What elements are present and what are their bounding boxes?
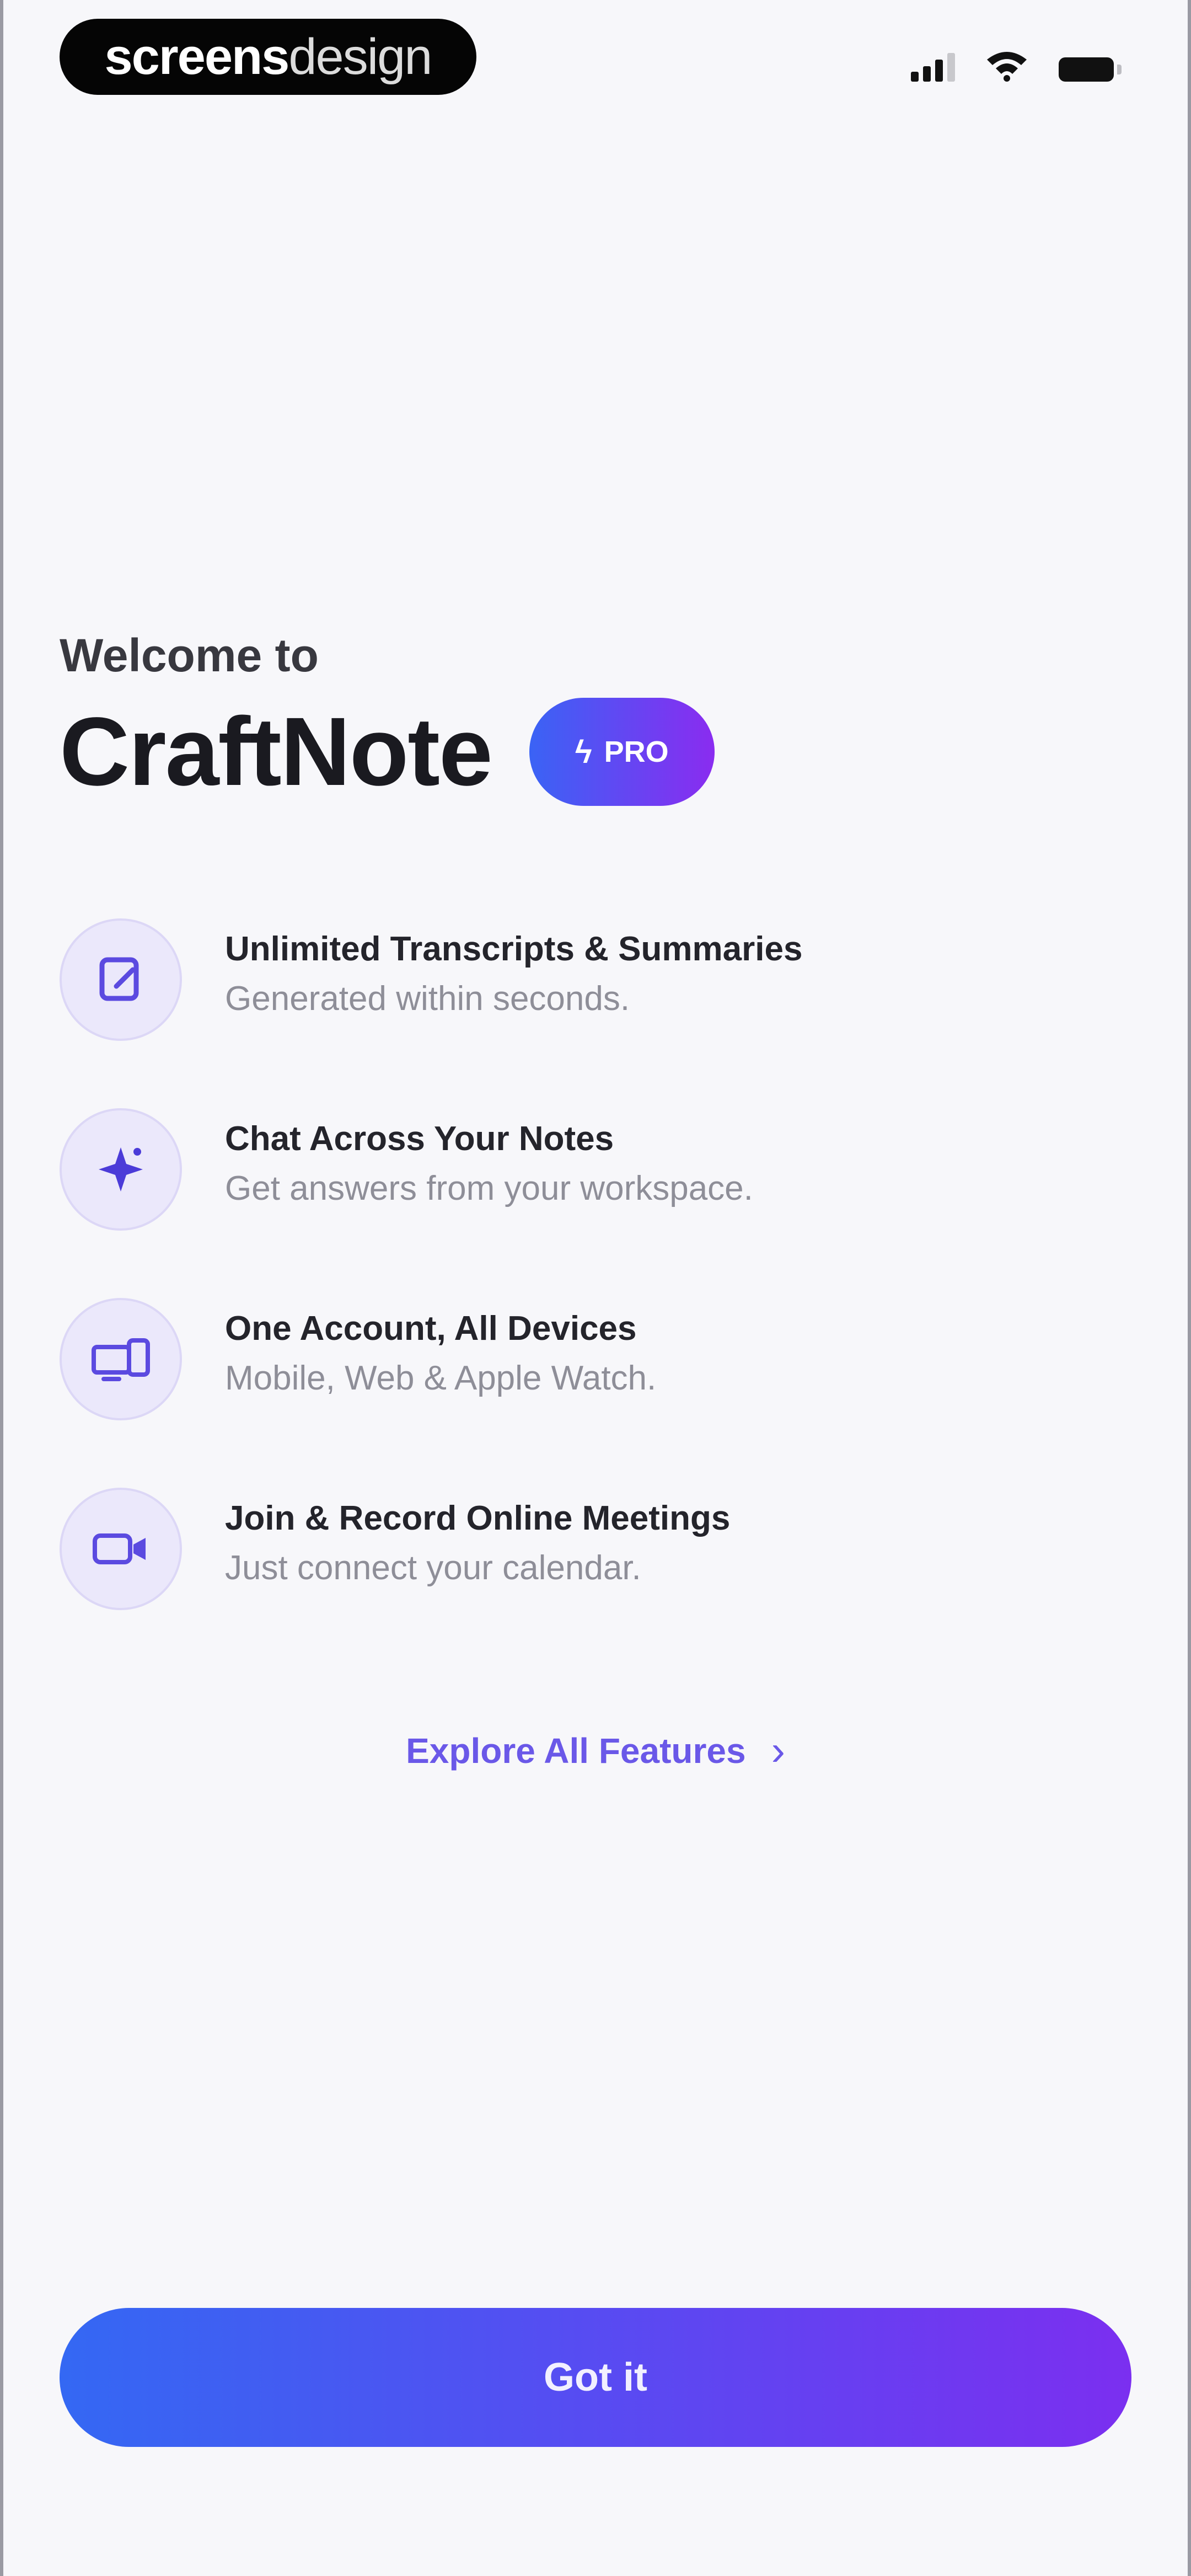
explore-features-label: Explore All Features	[406, 1730, 746, 1771]
explore-features-link[interactable]: Explore All Features ›	[0, 1727, 1191, 1775]
feature-title: Unlimited Transcripts & Summaries	[225, 930, 803, 968]
feature-item: One Account, All Devices Mobile, Web & A…	[60, 1298, 1129, 1488]
chevron-right-icon: ›	[771, 1727, 785, 1774]
battery-icon	[1059, 57, 1122, 82]
devices-icon	[60, 1298, 182, 1420]
watermark-light: design	[288, 28, 432, 85]
watermark-bold: screens	[104, 28, 290, 85]
frame-edge-left	[0, 0, 3, 2576]
pro-badge-label: PRO	[604, 735, 669, 768]
feature-subtitle: Mobile, Web & Apple Watch.	[225, 1359, 657, 1397]
status-bar: screens design	[0, 0, 1191, 110]
welcome-label: Welcome to	[60, 629, 319, 681]
cellular-signal-icon	[911, 49, 955, 82]
pro-badge: ϟ PRO	[529, 698, 715, 806]
frame-edge-right	[1188, 0, 1191, 2576]
got-it-button[interactable]: Got it	[60, 2308, 1131, 2447]
feature-title: One Account, All Devices	[225, 1310, 637, 1348]
got-it-label: Got it	[544, 2355, 647, 2399]
feature-item: Unlimited Transcripts & Summaries Genera…	[60, 918, 1129, 1108]
title-row: CraftNote ϟ PRO	[60, 698, 715, 806]
note-edit-icon	[60, 918, 182, 1041]
feature-title: Join & Record Online Meetings	[225, 1499, 731, 1537]
sparkle-icon	[60, 1108, 182, 1231]
app-name: CraftNote	[60, 698, 493, 806]
video-camera-icon	[60, 1488, 182, 1610]
feature-item: Chat Across Your Notes Get answers from …	[60, 1108, 1129, 1298]
watermark-logo: screens design	[60, 19, 476, 95]
bolt-icon: ϟ	[575, 734, 592, 770]
feature-subtitle: Just connect your calendar.	[225, 1549, 641, 1587]
feature-subtitle: Get answers from your workspace.	[225, 1169, 753, 1207]
feature-list: Unlimited Transcripts & Summaries Genera…	[60, 918, 1129, 1677]
wifi-icon	[987, 52, 1027, 82]
feature-subtitle: Generated within seconds.	[225, 980, 630, 1018]
status-icons	[911, 49, 1122, 82]
feature-title: Chat Across Your Notes	[225, 1120, 614, 1158]
feature-item: Join & Record Online Meetings Just conne…	[60, 1488, 1129, 1677]
